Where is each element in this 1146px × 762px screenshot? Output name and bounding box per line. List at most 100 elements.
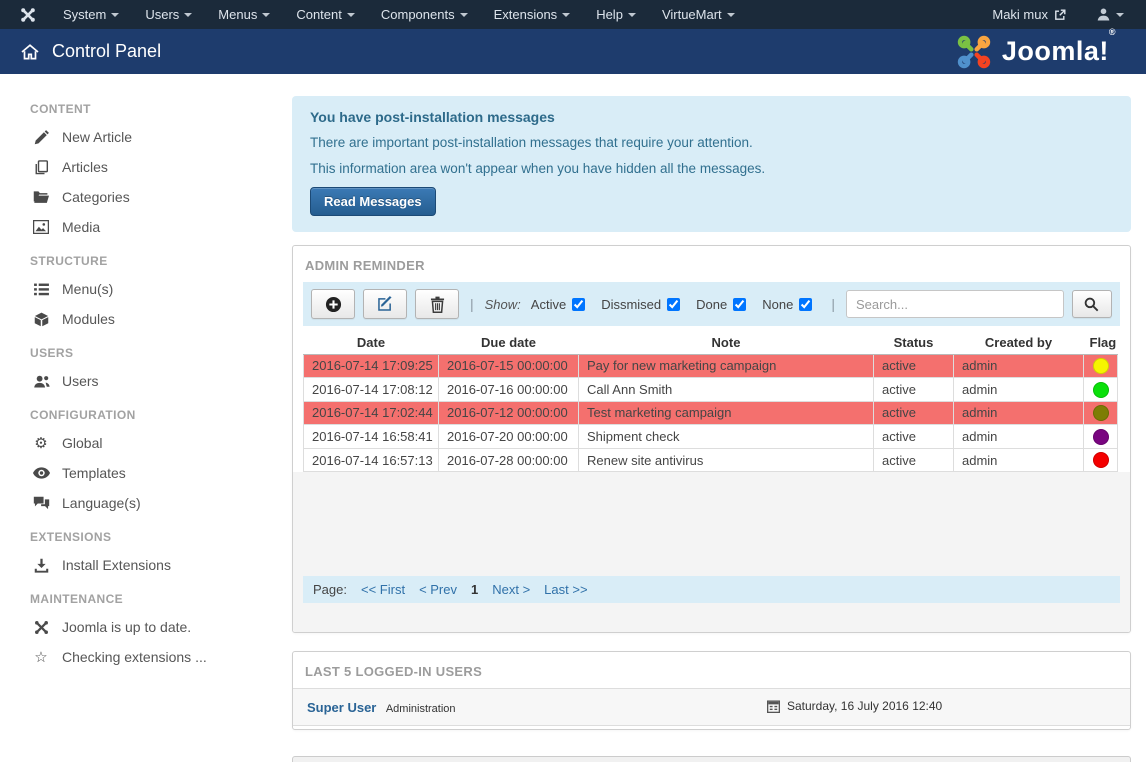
flag-dot — [1093, 382, 1109, 398]
menu-help-label: Help — [596, 7, 623, 22]
edit-reminder-button[interactable] — [363, 289, 407, 319]
filter-none[interactable]: None — [762, 297, 812, 312]
cube-icon — [30, 312, 52, 327]
filter-done[interactable]: Done — [696, 297, 746, 312]
post-installation-alert: You have post-installation messages Ther… — [292, 96, 1131, 232]
cell-status: active — [874, 401, 954, 425]
cell-flag — [1084, 448, 1118, 472]
cell-date: 2016-07-14 17:09:25 — [304, 354, 439, 378]
col-header-status[interactable]: Status — [874, 332, 954, 354]
joomla-knot-icon[interactable] — [0, 7, 50, 23]
sidebar-item-templates[interactable]: Templates — [30, 458, 281, 488]
menu-virtuemart-label: VirtueMart — [662, 7, 722, 22]
cell-created-by: admin — [954, 425, 1084, 449]
sidebar-item-label: Modules — [62, 311, 115, 327]
main-content: You have post-installation messages Ther… — [291, 74, 1146, 762]
flag-dot — [1093, 358, 1109, 374]
logged-in-datetime: Saturday, 16 July 2016 12:40 — [767, 699, 942, 713]
external-link-icon — [1054, 9, 1066, 21]
sidebar-item-joomla-uptodate[interactable]: Joomla is up to date. — [30, 612, 281, 642]
user-menu[interactable] — [1082, 7, 1128, 22]
sidebar-item-users[interactable]: Users — [30, 366, 281, 396]
cell-due-date: 2016-07-20 00:00:00 — [439, 425, 579, 449]
sidebar-item-label: New Article — [62, 129, 132, 145]
pagination-next-link[interactable]: Next > — [492, 582, 530, 597]
sidebar-item-label: Global — [62, 435, 102, 451]
table-row[interactable]: 2016-07-14 17:08:12 2016-07-16 00:00:00 … — [304, 378, 1118, 402]
table-row[interactable]: 2016-07-14 16:57:13 2016-07-28 00:00:00 … — [304, 448, 1118, 472]
sidebar-item-checking-extensions[interactable]: ☆ Checking extensions ... — [30, 642, 281, 672]
menu-components-label: Components — [381, 7, 455, 22]
table-row[interactable]: 2016-07-14 17:09:25 2016-07-15 00:00:00 … — [304, 354, 1118, 378]
col-header-date[interactable]: Date — [304, 332, 439, 354]
sidebar-heading-content: CONTENT — [30, 102, 281, 116]
pagination-last-link[interactable]: Last >> — [544, 582, 587, 597]
sidebar-item-label: Categories — [62, 189, 130, 205]
cell-due-date: 2016-07-15 00:00:00 — [439, 354, 579, 378]
logged-in-user-name-link[interactable]: Super User — [307, 700, 376, 715]
next-panel-stub — [292, 756, 1131, 762]
cell-note: Call Ann Smith — [579, 378, 874, 402]
user-icon — [1096, 7, 1111, 22]
sidebar-item-install-extensions[interactable]: Install Extensions — [30, 550, 281, 580]
users-icon — [30, 374, 52, 389]
menu-content[interactable]: Content — [283, 0, 368, 29]
cell-status: active — [874, 448, 954, 472]
home-icon[interactable] — [20, 43, 40, 61]
menu-menus-label: Menus — [218, 7, 257, 22]
table-row[interactable]: 2016-07-14 16:58:41 2016-07-20 00:00:00 … — [304, 425, 1118, 449]
sidebar-item-modules[interactable]: Modules — [30, 304, 281, 334]
search-icon — [1084, 297, 1099, 312]
read-messages-button[interactable]: Read Messages — [310, 187, 436, 216]
search-button[interactable] — [1072, 290, 1112, 318]
add-reminder-button[interactable] — [311, 289, 355, 319]
search-input[interactable] — [846, 290, 1064, 318]
col-header-created-by[interactable]: Created by — [954, 332, 1084, 354]
sidebar-item-global[interactable]: ⚙ Global — [30, 428, 281, 458]
page-title: Control Panel — [52, 41, 161, 62]
sidebar-item-articles[interactable]: Articles — [30, 152, 281, 182]
sidebar-item-menus[interactable]: Menu(s) — [30, 274, 281, 304]
menu-menus[interactable]: Menus — [205, 0, 283, 29]
cell-status: active — [874, 425, 954, 449]
sidebar-item-categories[interactable]: Categories — [30, 182, 281, 212]
delete-reminder-button[interactable] — [415, 289, 459, 319]
filter-active-checkbox[interactable] — [572, 298, 585, 311]
joomla-logo-icon — [954, 34, 994, 70]
col-header-note[interactable]: Note — [579, 332, 874, 354]
star-icon: ☆ — [30, 648, 52, 666]
pagination-first-link[interactable]: << First — [361, 582, 405, 597]
admin-header: Control Panel Joomla!® — [0, 29, 1146, 74]
filter-none-checkbox[interactable] — [799, 298, 812, 311]
sidebar-item-label: Media — [62, 219, 100, 235]
site-preview-link[interactable]: Maki mux — [976, 7, 1082, 22]
sidebar-item-new-article[interactable]: New Article — [30, 122, 281, 152]
filter-done-checkbox[interactable] — [733, 298, 746, 311]
filter-dissmised-checkbox[interactable] — [667, 298, 680, 311]
sidebar-item-media[interactable]: Media — [30, 212, 281, 242]
table-row[interactable]: 2016-07-14 17:02:44 2016-07-12 00:00:00 … — [304, 401, 1118, 425]
cell-date: 2016-07-14 17:02:44 — [304, 401, 439, 425]
alert-line-1: There are important post-installation me… — [310, 135, 1113, 150]
filter-none-label: None — [762, 297, 793, 312]
admin-reminder-panel: ADMIN REMINDER | Show: Active Dissmised — [292, 245, 1131, 633]
cell-flag — [1084, 354, 1118, 378]
pagination-prev-link[interactable]: < Prev — [419, 582, 457, 597]
sidebar-item-languages[interactable]: Language(s) — [30, 488, 281, 518]
logged-in-datetime-text: Saturday, 16 July 2016 12:40 — [787, 699, 942, 713]
alert-title: You have post-installation messages — [310, 109, 1113, 125]
col-header-due-date[interactable]: Due date — [439, 332, 579, 354]
filter-active[interactable]: Active — [531, 297, 585, 312]
filter-dissmised-label: Dissmised — [601, 297, 661, 312]
menu-help[interactable]: Help — [583, 0, 649, 29]
menu-system[interactable]: System — [50, 0, 132, 29]
menu-virtuemart[interactable]: VirtueMart — [649, 0, 748, 29]
filter-dissmised[interactable]: Dissmised — [601, 297, 680, 312]
logged-in-user-row: Super User Administration Saturday, 16 J… — [293, 688, 1130, 726]
menu-users[interactable]: Users — [132, 0, 205, 29]
col-header-flag[interactable]: Flag — [1084, 332, 1118, 354]
chevron-down-icon — [562, 13, 570, 17]
menu-extensions[interactable]: Extensions — [481, 0, 584, 29]
menu-components[interactable]: Components — [368, 0, 481, 29]
sidebar-item-label: Menu(s) — [62, 281, 113, 297]
